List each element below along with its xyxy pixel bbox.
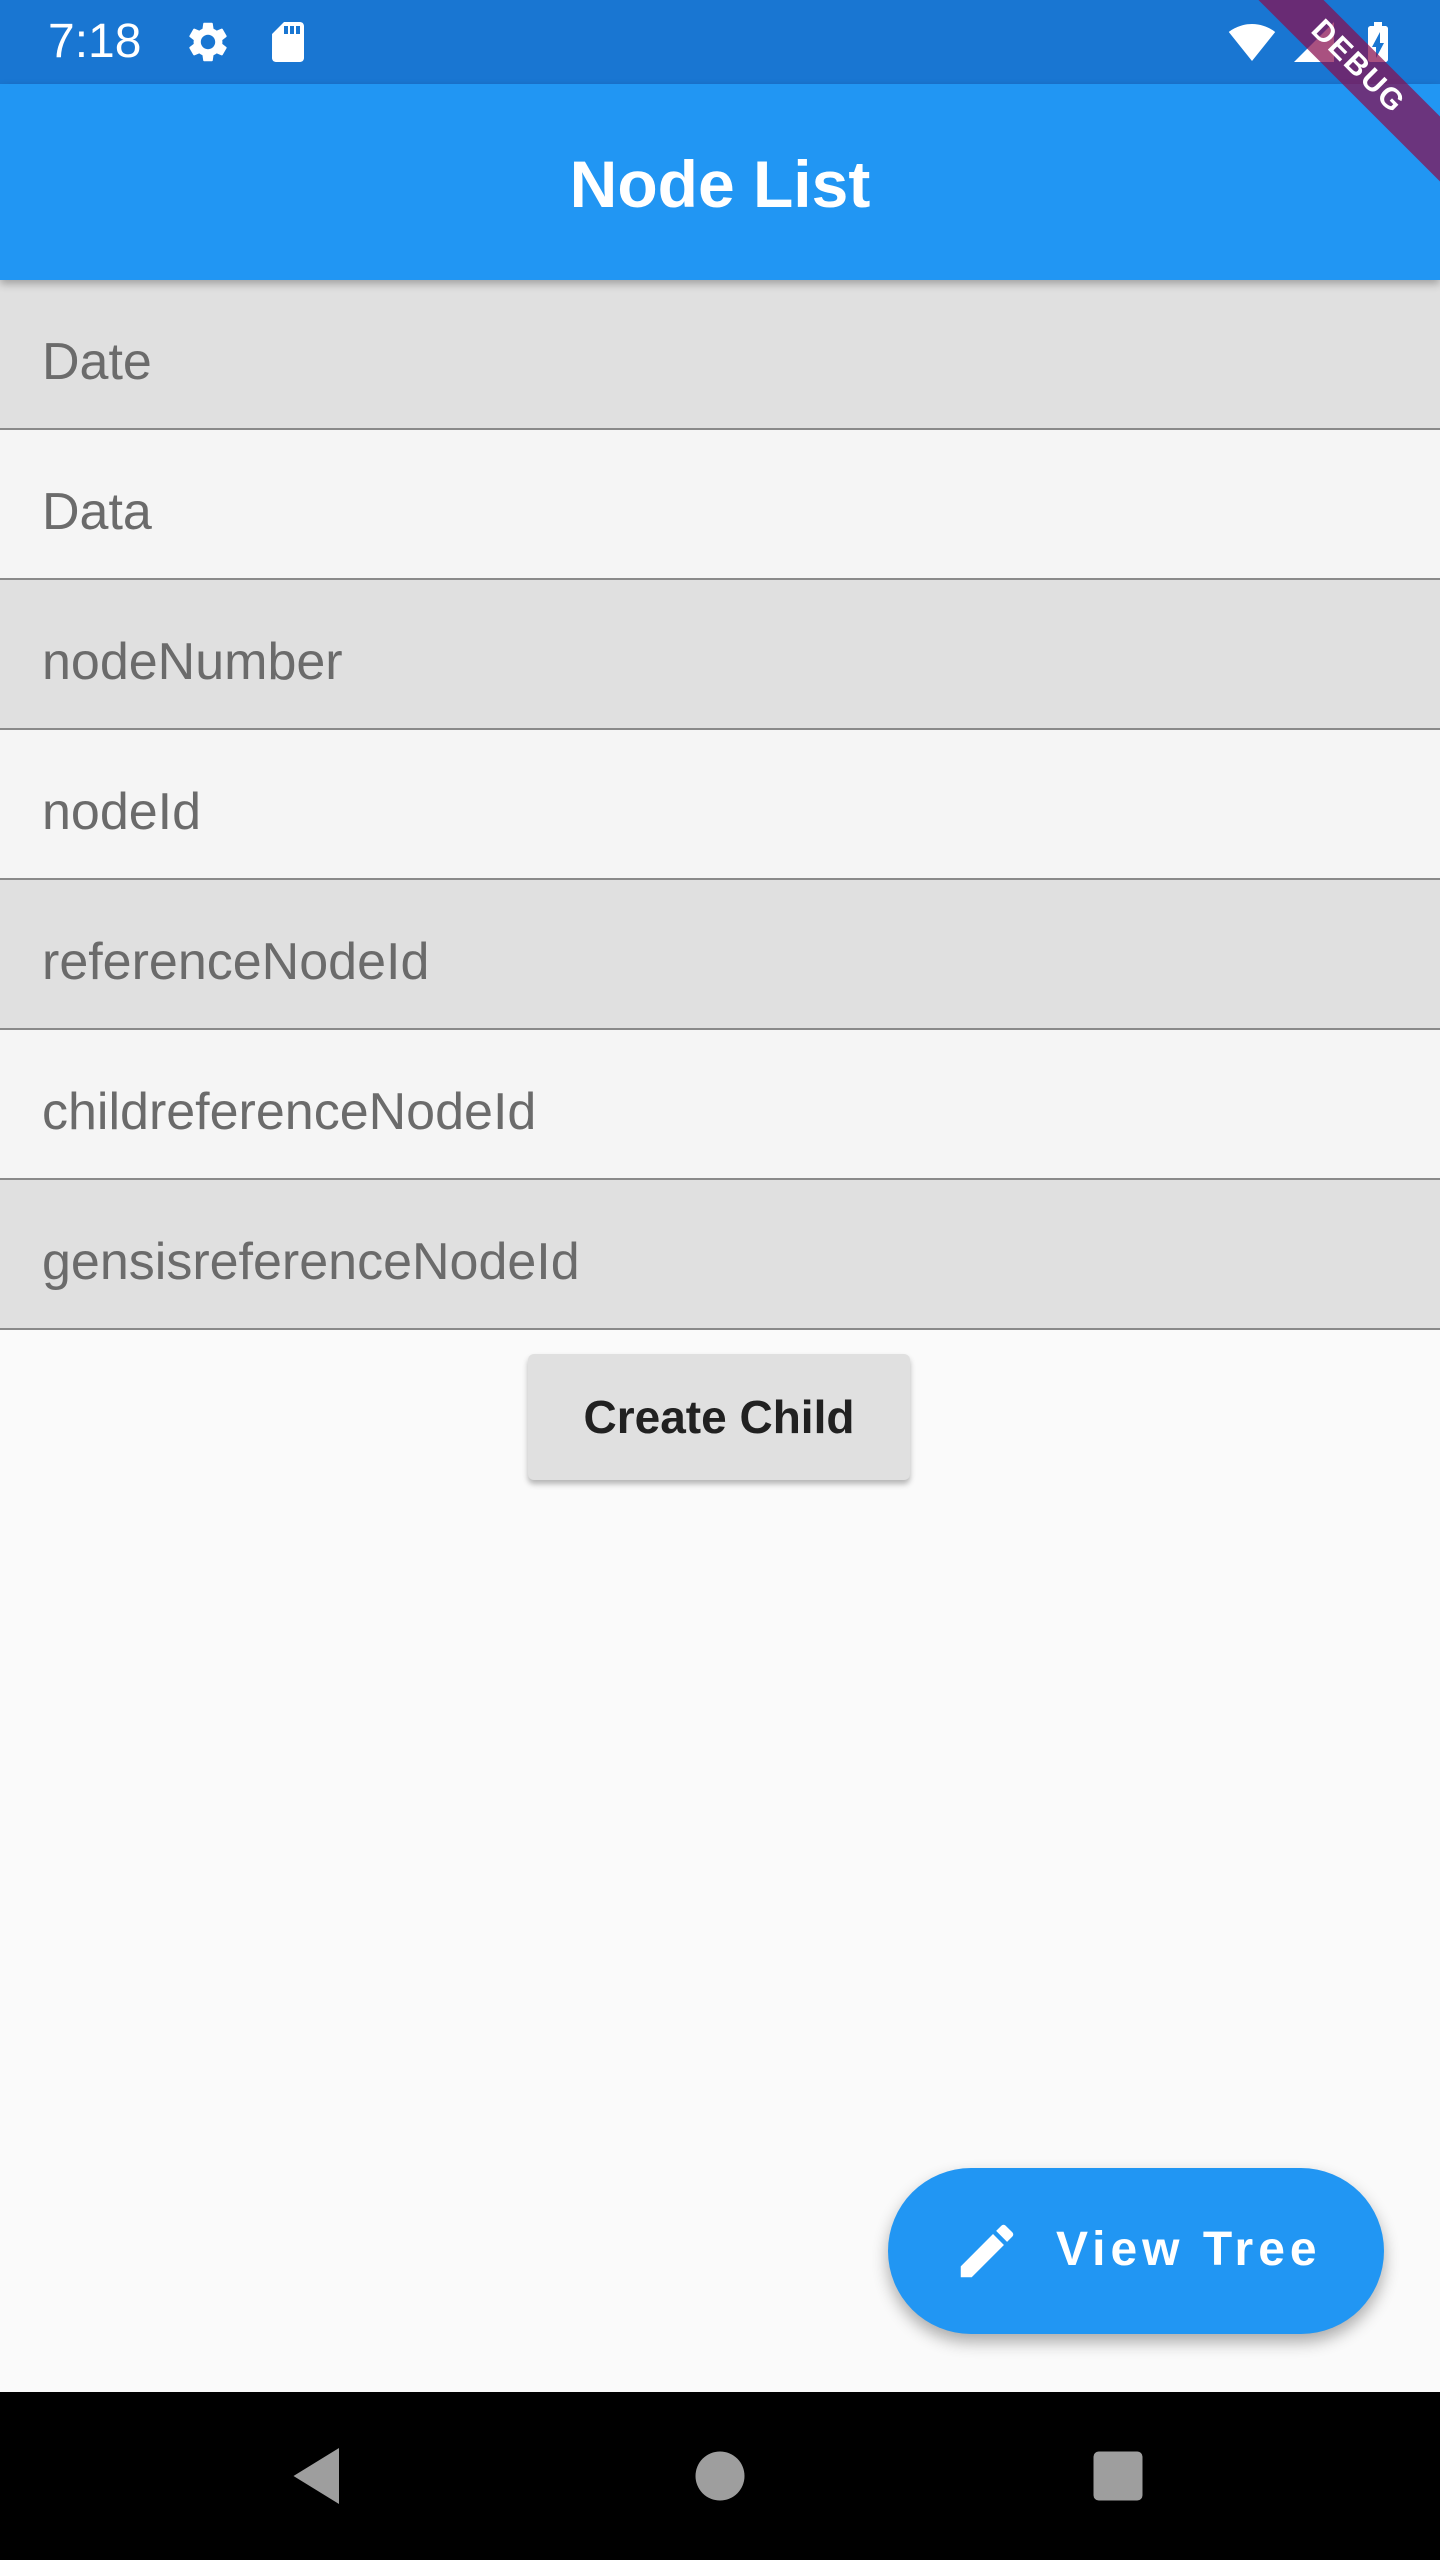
sd-card-icon <box>272 22 304 62</box>
field-child-reference-node-id[interactable]: childreferenceNodeId <box>0 1030 1440 1180</box>
page-title: Node List <box>569 147 871 221</box>
navigation-bar <box>0 2392 1440 2560</box>
view-tree-button[interactable]: View Tree <box>888 2168 1384 2334</box>
field-data[interactable]: Data <box>0 430 1440 580</box>
view-tree-label: View Tree <box>1056 2223 1322 2276</box>
field-label: nodeNumber <box>42 633 343 691</box>
recents-icon[interactable] <box>1076 2434 1160 2518</box>
field-label: gensisreferenceNodeId <box>42 1233 580 1291</box>
gear-icon <box>189 22 227 62</box>
status-time: 7:18 <box>48 15 142 68</box>
field-node-id[interactable]: nodeId <box>0 730 1440 880</box>
field-genesis-reference-node-id[interactable]: gensisreferenceNodeId <box>0 1180 1440 1330</box>
back-icon[interactable] <box>276 2434 360 2518</box>
field-label: Date <box>42 333 152 391</box>
pencil-icon <box>960 2224 1014 2278</box>
field-label: nodeId <box>42 783 202 841</box>
field-reference-node-id[interactable]: referenceNodeId <box>0 880 1440 1030</box>
status-bar: 7:18 <box>0 0 1440 84</box>
field-date[interactable]: Date <box>0 280 1440 430</box>
field-label: childreferenceNodeId <box>42 1083 537 1141</box>
screen: 7:18 Node List DEBUG Date Data nodeNumbe… <box>0 0 1440 2560</box>
field-label: referenceNodeId <box>42 933 430 991</box>
create-child-button[interactable]: Create Child <box>528 1354 910 1480</box>
field-label: Data <box>42 483 152 541</box>
home-icon[interactable] <box>678 2434 762 2518</box>
wifi-icon <box>1228 24 1276 61</box>
field-node-number[interactable]: nodeNumber <box>0 580 1440 730</box>
app-bar: Node List <box>0 84 1440 280</box>
field-list: Date Data nodeNumber nodeId referenceNod… <box>0 280 1440 1330</box>
